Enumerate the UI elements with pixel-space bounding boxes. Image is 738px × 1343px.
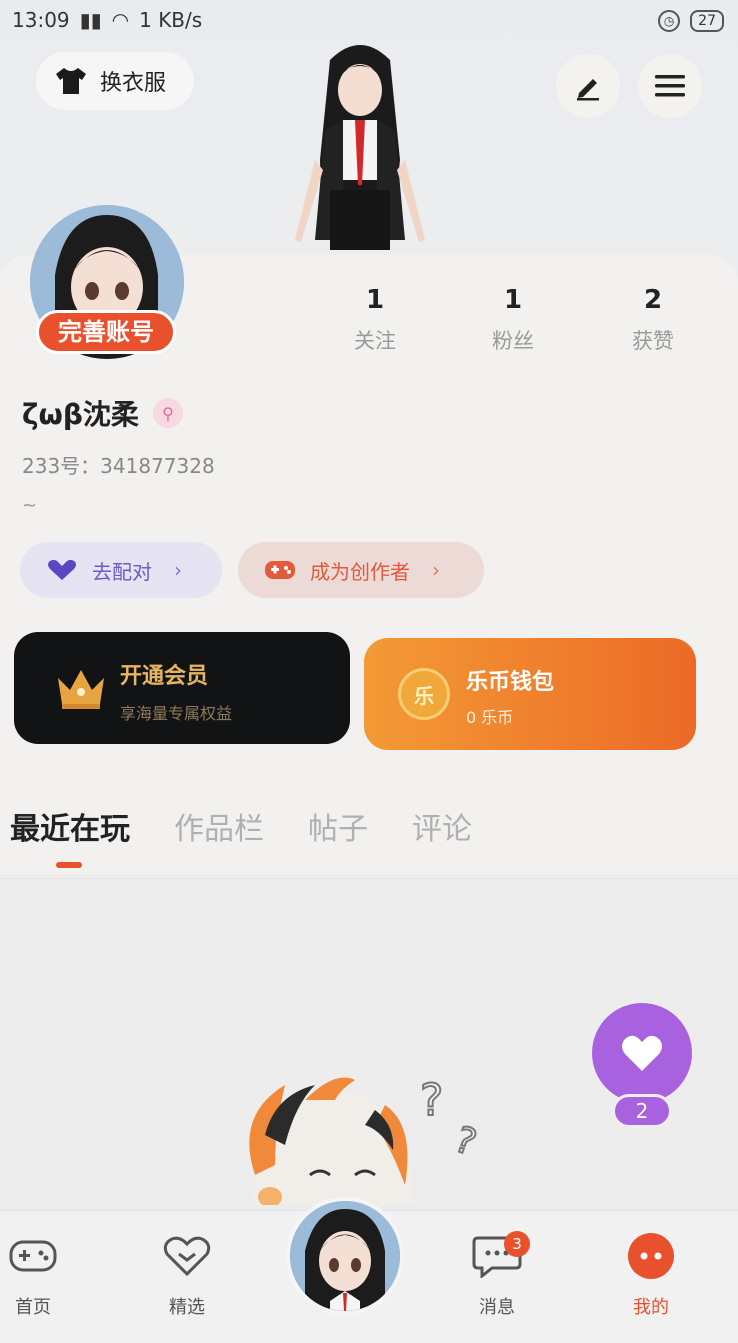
chevron-right-icon: › — [432, 558, 440, 582]
tab-posts[interactable]: 帖子 — [308, 804, 368, 848]
heart-badge-icon — [163, 1236, 211, 1277]
coin-icon: 乐 — [398, 668, 450, 720]
stat-followers[interactable]: 1 粉丝 — [468, 285, 558, 355]
stat-likes-value: 2 — [643, 285, 663, 315]
edit-profile-button[interactable] — [556, 54, 620, 118]
vip-title: 开通会员 — [120, 664, 209, 689]
tab-recent-played[interactable]: 最近在玩 — [10, 804, 130, 848]
heart-pair-icon — [48, 559, 76, 580]
alarm-icon: ◷ — [658, 10, 681, 32]
stat-following-label: 关注 — [354, 329, 396, 353]
search-tag-icon[interactable]: ⚲ — [152, 398, 183, 428]
tab-divider — [0, 878, 738, 879]
battery-indicator: 27 — [690, 10, 724, 32]
become-creator-button[interactable]: 成为创作者 › — [238, 542, 484, 598]
creator-label: 成为创作者 — [310, 559, 410, 584]
nav-messages-label: 消息 — [479, 1297, 515, 1318]
stat-following-value: 1 — [365, 285, 385, 315]
vip-membership-card[interactable]: 开通会员 享海量专属权益 — [14, 632, 350, 744]
svg-text:?: ? — [420, 1075, 443, 1126]
change-outfit-button[interactable]: 换衣服 — [36, 52, 194, 110]
network-speed: 1 KB/s — [139, 8, 203, 32]
avatar-image — [290, 1201, 400, 1311]
stat-followers-value: 1 — [503, 285, 523, 315]
nav-featured-label: 精选 — [169, 1297, 205, 1318]
nav-home-label: 首页 — [15, 1297, 51, 1318]
pencil-icon — [577, 79, 599, 101]
shirt-icon — [56, 68, 86, 94]
like-fab-button[interactable] — [592, 1003, 692, 1103]
content-tabs: 最近在玩 作品栏 帖子 评论 — [10, 804, 472, 848]
svg-text:?: ? — [449, 1119, 481, 1164]
avatar-character — [295, 45, 425, 250]
profile-face-icon — [628, 1233, 674, 1279]
active-tab-indicator — [56, 862, 82, 868]
tab-works[interactable]: 作品栏 — [174, 804, 264, 848]
status-time: 13:09 — [12, 8, 70, 32]
tab-comments[interactable]: 评论 — [412, 804, 472, 848]
stat-following[interactable]: 1 关注 — [330, 285, 420, 355]
heart-icon — [622, 1035, 662, 1071]
username-row: ζωβ沈柔 ⚲ — [22, 393, 183, 433]
user-bio: ~ — [22, 495, 38, 516]
gamepad-icon — [265, 561, 295, 579]
like-count-badge: 2 — [612, 1094, 672, 1128]
bottom-navigation: 首页 精选 3 消息 我的 — [0, 1197, 738, 1343]
gamepad-icon — [9, 1240, 57, 1272]
wallet-title: 乐币钱包 — [466, 670, 555, 695]
nav-mine-label: 我的 — [633, 1297, 669, 1318]
change-outfit-label: 换衣服 — [100, 71, 167, 96]
stat-likes-label: 获赞 — [632, 329, 674, 353]
wallet-card[interactable]: 乐 乐币钱包 0 乐币 — [364, 638, 696, 750]
profile-screen: 13:09 ▮▮ ◠ 1 KB/s ◷ 27 换衣服 完善账号 1 关注 1 粉… — [0, 0, 738, 1343]
nav-center-avatar[interactable] — [286, 1197, 404, 1315]
nav-mine[interactable]: 我的 — [606, 1231, 696, 1319]
pair-button[interactable]: 去配对 › — [20, 542, 222, 598]
nav-featured[interactable]: 精选 — [142, 1231, 232, 1319]
stat-followers-label: 粉丝 — [492, 329, 534, 353]
empty-state-mascot: ? ? — [249, 1074, 482, 1205]
username: ζωβ沈柔 — [22, 398, 139, 431]
signal-icon: ▮▮ — [79, 8, 102, 32]
crown-icon — [58, 670, 104, 709]
status-bar: 13:09 ▮▮ ◠ 1 KB/s ◷ 27 — [0, 0, 738, 40]
nav-messages[interactable]: 3 消息 — [452, 1231, 542, 1319]
wallet-balance: 0 乐币 — [466, 708, 514, 727]
wifi-icon: ◠ — [111, 8, 130, 32]
vip-subtitle: 享海量专属权益 — [120, 704, 233, 723]
messages-badge: 3 — [504, 1231, 530, 1257]
user-id: 233号：341877328 — [22, 454, 215, 478]
stat-likes[interactable]: 2 获赞 — [608, 285, 698, 355]
nav-home[interactable]: 首页 — [0, 1231, 78, 1319]
hamburger-menu-icon — [655, 75, 685, 97]
pair-label: 去配对 — [92, 559, 152, 584]
menu-button[interactable] — [638, 54, 702, 118]
chevron-right-icon: › — [174, 558, 182, 582]
complete-account-badge[interactable]: 完善账号 — [36, 310, 176, 354]
